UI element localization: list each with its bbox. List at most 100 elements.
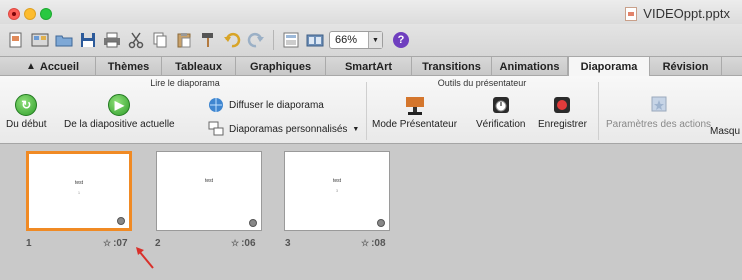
from-current-label: De la diapositive actuelle — [64, 119, 175, 130]
tab-label: Tableaux — [175, 60, 222, 73]
slide-subtitle: 3 — [335, 188, 339, 193]
presenter-mode-label: Mode Présentateur — [372, 119, 458, 130]
custom-shows-button[interactable]: Diaporamas personnalisés ▼ — [208, 121, 359, 137]
slide-timing: ☆ :07 — [103, 238, 128, 249]
rehearse-timings-button[interactable]: Vérification — [476, 94, 525, 130]
from-start-button[interactable]: ↻ Du début — [6, 94, 47, 130]
slide-title: test — [74, 180, 84, 186]
media-badge-icon — [249, 219, 257, 227]
slide-thumbnail-2[interactable]: test — [156, 151, 262, 231]
from-start-label: Du début — [6, 119, 47, 130]
transition-star-icon: ☆ — [231, 238, 240, 248]
slide-title: test — [332, 178, 342, 184]
tab-smartart[interactable]: SmartArt — [326, 57, 412, 76]
slide-layout-icon[interactable] — [281, 30, 301, 50]
open-folder-icon[interactable] — [54, 30, 74, 50]
paste-icon[interactable] — [174, 30, 194, 50]
group-separator — [598, 82, 599, 140]
tab-label: Accueil — [39, 60, 80, 73]
stopwatch-icon — [492, 97, 509, 113]
custom-shows-icon — [208, 121, 224, 136]
redo-icon[interactable] — [246, 30, 266, 50]
slide-timing: ☆ :08 — [361, 238, 386, 249]
format-painter-icon[interactable] — [198, 30, 218, 50]
pptx-file-icon — [625, 6, 638, 21]
slide-time-value: :07 — [113, 238, 128, 249]
print-icon[interactable] — [102, 30, 122, 50]
slide-sorter: test 1 1 ☆ :07 test 2 ☆ :06 test 3 3 ☆ :… — [0, 145, 742, 280]
transition-star-icon: ☆ — [361, 238, 370, 248]
from-current-slide-button[interactable]: ▶ De la diapositive actuelle — [64, 94, 175, 130]
help-icon[interactable]: ? — [393, 32, 409, 48]
broadcast-icon — [209, 98, 223, 112]
slide-time-value: :08 — [371, 238, 386, 249]
copy-icon[interactable] — [150, 30, 170, 50]
tab-label: Thèmes — [107, 60, 150, 73]
new-presentation-icon[interactable] — [6, 30, 26, 50]
tab-accueil[interactable]: ▲ Accueil — [10, 57, 96, 76]
record-label: Enregistrer — [538, 119, 587, 130]
group-separator — [366, 82, 367, 140]
slide-timing: ☆ :06 — [231, 238, 256, 249]
toolbar-separator — [273, 30, 274, 50]
tab-themes[interactable]: Thèmes — [96, 57, 162, 76]
zoom-value: 66% — [335, 34, 358, 46]
tab-animations[interactable]: Animations — [492, 57, 568, 76]
window-title-text: VIDEOppt.pptx — [643, 6, 730, 21]
group-label-outils: Outils du présentateur — [437, 78, 527, 88]
cut-icon[interactable] — [126, 30, 146, 50]
media-badge-icon — [117, 217, 125, 225]
ribbon-diaporama: Lire le diaporama Outils du présentateur… — [0, 76, 742, 144]
window-title: VIDEOppt.pptx — [625, 6, 730, 21]
tab-label: Transitions — [422, 60, 481, 73]
save-icon[interactable] — [78, 30, 98, 50]
play-icon: ▶ — [108, 94, 131, 116]
chevron-down-icon[interactable]: ▼ — [368, 32, 382, 48]
tab-label: SmartArt — [344, 60, 393, 73]
tab-transitions[interactable]: Transitions — [412, 57, 492, 76]
title-bar: VIDEOppt.pptx — [0, 0, 742, 24]
record-icon — [554, 97, 571, 113]
tab-label: Diaporama — [580, 60, 638, 73]
action-settings-label: Paramètres des actions — [606, 119, 712, 130]
action-settings-button[interactable]: Paramètres des actions — [606, 94, 711, 130]
tab-label: Révision — [662, 60, 709, 73]
tab-graphiques[interactable]: Graphiques — [236, 57, 326, 76]
tab-label: Graphiques — [249, 60, 312, 73]
close-window-button[interactable] — [8, 8, 20, 20]
slide-number: 1 — [26, 238, 32, 249]
annotation-arrow-icon — [136, 247, 154, 269]
record-slideshow-button[interactable]: Enregistrer — [538, 94, 587, 130]
maximize-window-button[interactable] — [40, 8, 52, 20]
slide-time-value: :06 — [241, 238, 256, 249]
home-icon: ▲ — [25, 61, 36, 72]
tab-label: Animations — [499, 60, 560, 73]
group-label-lire: Lire le diaporama — [150, 78, 220, 88]
presenter-icon — [405, 97, 424, 115]
slide-title: test — [204, 178, 214, 184]
transition-star-icon: ☆ — [103, 238, 112, 248]
hide-slide-button[interactable]: Masqu — [710, 126, 740, 137]
ribbon-tabs: ▲ Accueil Thèmes Tableaux Graphiques Sma… — [0, 56, 742, 76]
undo-icon[interactable] — [222, 30, 242, 50]
templates-icon[interactable] — [30, 30, 50, 50]
minimize-window-button[interactable] — [24, 8, 36, 20]
slide-number: 3 — [285, 238, 291, 249]
tab-diaporama[interactable]: Diaporama — [568, 57, 650, 76]
hide-slide-label: Masqu — [710, 126, 741, 137]
slide-subtitle: 1 — [77, 190, 81, 195]
chevron-down-icon: ▼ — [352, 125, 360, 133]
play-from-start-icon: ↻ — [15, 94, 38, 116]
action-settings-icon — [651, 96, 667, 112]
tab-tableaux[interactable]: Tableaux — [162, 57, 236, 76]
tab-revision[interactable]: Révision — [650, 57, 722, 76]
media-browser-icon[interactable] — [305, 30, 325, 50]
broadcast-label: Diffuser le diaporama — [229, 99, 324, 111]
custom-shows-label: Diaporamas personnalisés — [229, 123, 348, 135]
slide-thumbnail-3[interactable]: test 3 — [284, 151, 390, 231]
presenter-mode-button[interactable]: Mode Présentateur — [372, 94, 457, 130]
rehearse-label: Vérification — [476, 119, 526, 130]
broadcast-slideshow-button[interactable]: Diffuser le diaporama — [208, 97, 324, 113]
slide-thumbnail-1[interactable]: test 1 — [26, 151, 132, 231]
zoom-select[interactable]: 66% ▼ — [329, 31, 383, 49]
